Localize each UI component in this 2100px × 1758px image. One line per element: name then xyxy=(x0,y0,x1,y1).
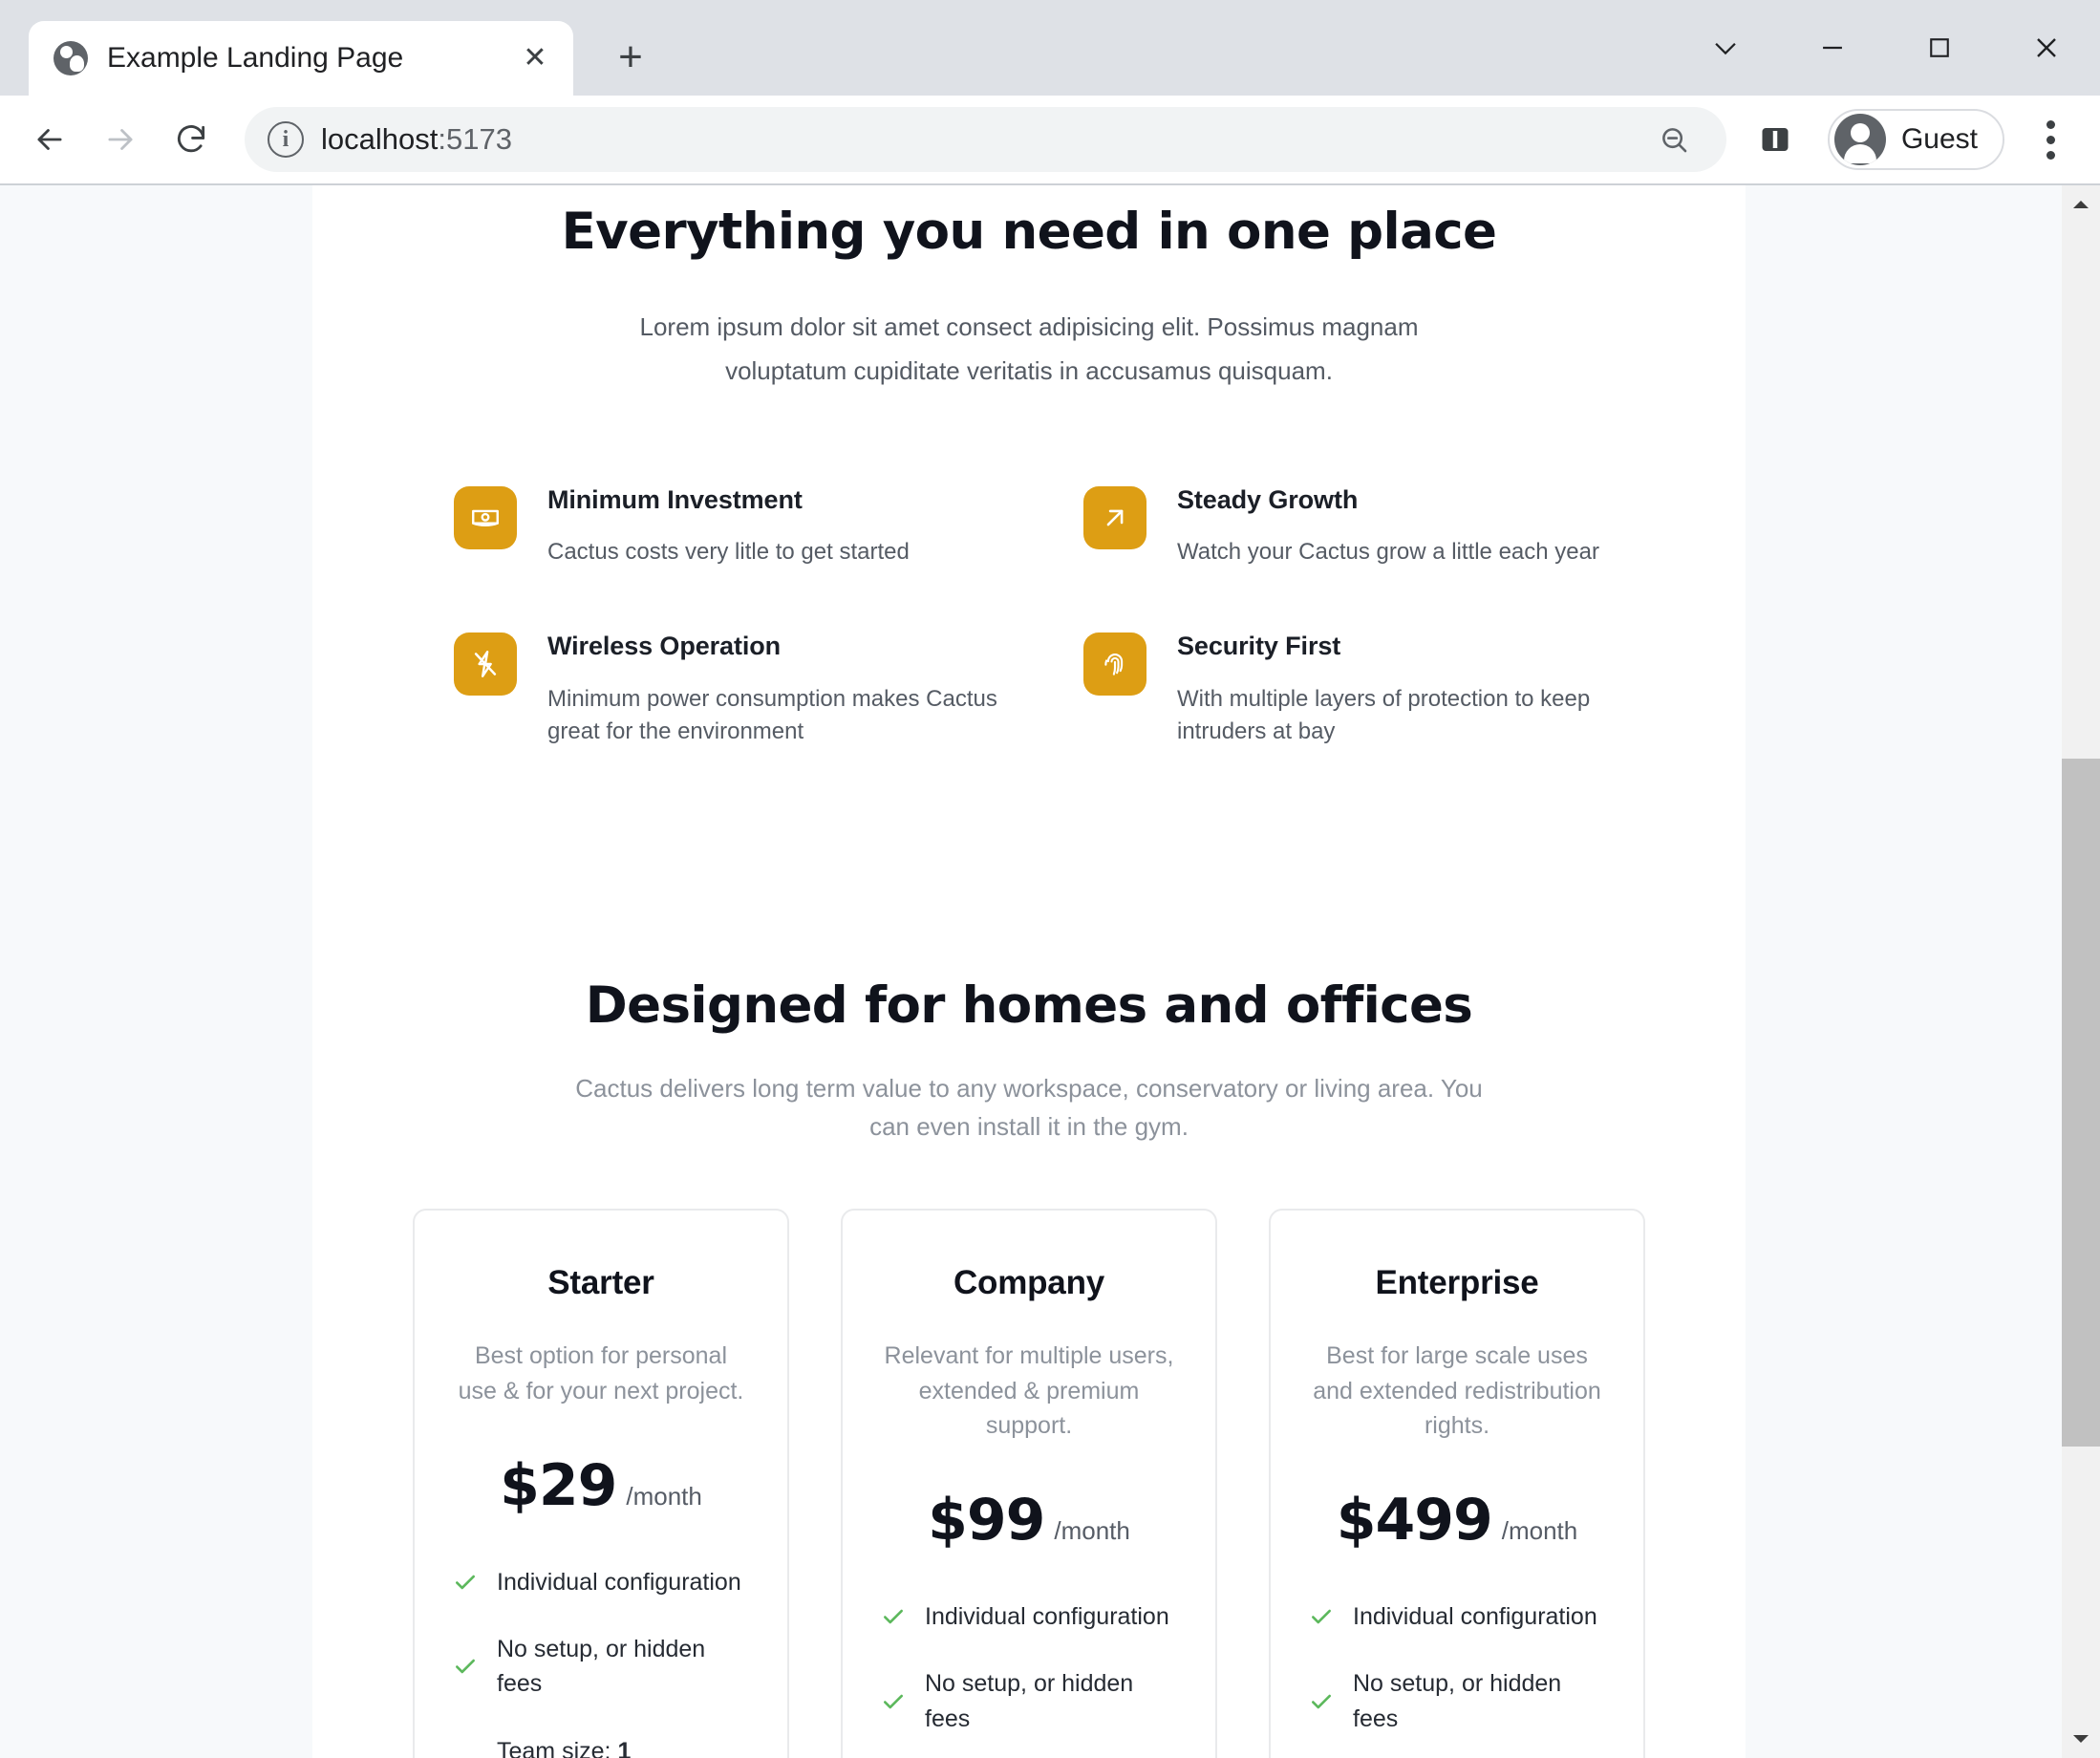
feature-text: No setup, or hidden fees xyxy=(1353,1670,1562,1732)
feature-text: Individual configuration xyxy=(497,1568,741,1596)
list-item: No setup, or hidden fees xyxy=(453,1632,749,1702)
pricing-subtitle: Cactus delivers long term value to any w… xyxy=(575,1073,1483,1142)
bolt-slash-icon xyxy=(454,632,517,697)
check-icon xyxy=(881,1604,906,1629)
kebab-menu-icon[interactable] xyxy=(2024,110,2077,169)
feature-title: Steady Growth xyxy=(1177,485,1359,515)
feature-text: Individual configuration xyxy=(925,1603,1169,1631)
feature-title: Minimum Investment xyxy=(547,485,803,515)
list-item: No setup, or hidden fees xyxy=(881,1666,1177,1736)
feature-description: Cactus costs very litle to get started xyxy=(547,539,910,566)
url-port: :5173 xyxy=(438,122,512,156)
close-icon[interactable] xyxy=(1993,0,2100,96)
feature-item: Wireless Operation Minimum power consump… xyxy=(454,631,1011,749)
plan-name: Enterprise xyxy=(1375,1264,1539,1302)
tab-title: Example Landing Page xyxy=(107,42,404,74)
feature-title: Security First xyxy=(1177,632,1341,661)
page-viewport: Everything you need in one place Lorem i… xyxy=(0,183,2100,1758)
plan-amount: $29 xyxy=(500,1451,617,1519)
tab-strip: Example Landing Page ✕ + xyxy=(0,0,2100,96)
feature-text: Individual configuration xyxy=(1353,1603,1597,1631)
pricing-card-enterprise[interactable]: Enterprise Best for large scale uses and… xyxy=(1269,1209,1645,1758)
check-icon xyxy=(881,1689,906,1714)
plan-period: /month xyxy=(1054,1516,1130,1546)
plan-feature-list: Individual configuration No setup, or hi… xyxy=(453,1565,749,1758)
forward-arrow-icon xyxy=(88,107,153,172)
pricing-title: Designed for homes and offices xyxy=(585,976,1473,1036)
avatar xyxy=(1833,114,1886,165)
feature-title: Wireless Operation xyxy=(547,632,782,661)
feature-item: Steady Growth Watch your Cactus grow a l… xyxy=(1083,484,1640,569)
window-controls xyxy=(1672,0,2100,96)
site-info-icon[interactable]: i xyxy=(268,121,304,158)
check-icon xyxy=(1309,1604,1334,1629)
page-title: Everything you need in one place xyxy=(561,203,1497,261)
url-host: localhost xyxy=(321,122,439,156)
vertical-scrollbar[interactable] xyxy=(2062,185,2100,1758)
address-bar[interactable]: i localhost:5173 xyxy=(245,107,1726,172)
plan-period: /month xyxy=(1501,1516,1578,1546)
feature-item: Minimum Investment Cactus costs very lit… xyxy=(454,484,1011,569)
list-item: Individual configuration xyxy=(881,1599,1177,1634)
scroll-down-arrow-icon[interactable] xyxy=(2062,1720,2100,1758)
plan-amount: $499 xyxy=(1336,1487,1493,1554)
feature-text: No setup, or hidden fees xyxy=(497,1636,706,1698)
feature-text: No setup, or hidden fees xyxy=(925,1670,1134,1732)
plan-name: Starter xyxy=(547,1264,654,1302)
plan-price: $29 /month xyxy=(453,1452,749,1519)
chevron-down-icon[interactable] xyxy=(1672,0,1779,96)
globe-icon xyxy=(54,41,88,75)
plan-name: Company xyxy=(953,1264,1105,1302)
maximize-icon[interactable] xyxy=(1886,0,1993,96)
browser-tab[interactable]: Example Landing Page ✕ xyxy=(29,21,573,96)
feature-description: Watch your Cactus grow a little each yea… xyxy=(1177,539,1599,566)
profile-label: Guest xyxy=(1900,123,1978,155)
features-section: Everything you need in one place Lorem i… xyxy=(408,185,1650,749)
check-icon xyxy=(453,1654,478,1679)
feature-item: Security First With multiple layers of p… xyxy=(1083,631,1640,749)
new-tab-button[interactable]: + xyxy=(606,32,655,82)
browser-toolbar: i localhost:5173 Guest xyxy=(0,96,2100,183)
arrow-up-right-icon xyxy=(1083,486,1146,550)
list-item: No setup, or hidden fees xyxy=(1309,1666,1605,1736)
list-item: Team size: 1 developer xyxy=(453,1734,749,1758)
plan-price: $499 /month xyxy=(1309,1487,1605,1554)
plan-price: $99 /month xyxy=(881,1487,1177,1554)
plan-period: /month xyxy=(626,1481,702,1511)
plan-feature-list: Individual configuration No setup, or hi… xyxy=(1309,1599,1605,1758)
features-grid: Minimum Investment Cactus costs very lit… xyxy=(408,484,1650,749)
feature-description: Minimum power consumption makes Cactus g… xyxy=(547,685,997,745)
banknote-icon xyxy=(454,486,517,550)
plan-amount: $99 xyxy=(928,1487,1045,1554)
plan-description: Relevant for multiple users, extended & … xyxy=(884,1342,1174,1439)
list-item: Individual configuration xyxy=(1309,1599,1605,1634)
check-icon xyxy=(453,1570,478,1595)
scroll-up-arrow-icon[interactable] xyxy=(2062,185,2100,224)
plan-description: Best for large scale uses and extended r… xyxy=(1313,1342,1601,1439)
url-text: localhost:5173 xyxy=(321,122,1627,157)
minimize-icon[interactable] xyxy=(1779,0,1886,96)
feature-description: With multiple layers of protection to ke… xyxy=(1177,685,1591,745)
close-icon[interactable]: ✕ xyxy=(516,39,554,77)
scrollbar-thumb[interactable] xyxy=(2062,759,2100,1447)
back-arrow-icon[interactable] xyxy=(17,107,82,172)
check-icon xyxy=(1309,1689,1334,1714)
reload-icon[interactable] xyxy=(159,107,224,172)
feature-text: Team size: 1 developer xyxy=(497,1737,632,1758)
features-lede: Lorem ipsum dolor sit amet consect adipi… xyxy=(639,311,1419,385)
pricing-grid: Starter Best option for personal use & f… xyxy=(408,1209,1650,1758)
plan-feature-list: Individual configuration No setup, or hi… xyxy=(881,1599,1177,1758)
pricing-card-company[interactable]: Company Relevant for multiple users, ext… xyxy=(841,1209,1217,1758)
page-content: Everything you need in one place Lorem i… xyxy=(312,185,1746,1758)
pricing-card-starter[interactable]: Starter Best option for personal use & f… xyxy=(413,1209,789,1758)
pricing-section: Designed for homes and offices Cactus de… xyxy=(408,976,1650,1758)
zoom-out-icon[interactable] xyxy=(1643,110,1704,169)
profile-button[interactable]: Guest xyxy=(1827,109,2004,170)
list-item: Individual configuration xyxy=(453,1565,749,1599)
fingerprint-icon xyxy=(1083,632,1146,697)
plan-description: Best option for personal use & for your … xyxy=(458,1342,744,1404)
browser-window: Example Landing Page ✕ + i localhost:517… xyxy=(0,0,2100,1758)
side-panel-icon[interactable] xyxy=(1746,110,1805,169)
